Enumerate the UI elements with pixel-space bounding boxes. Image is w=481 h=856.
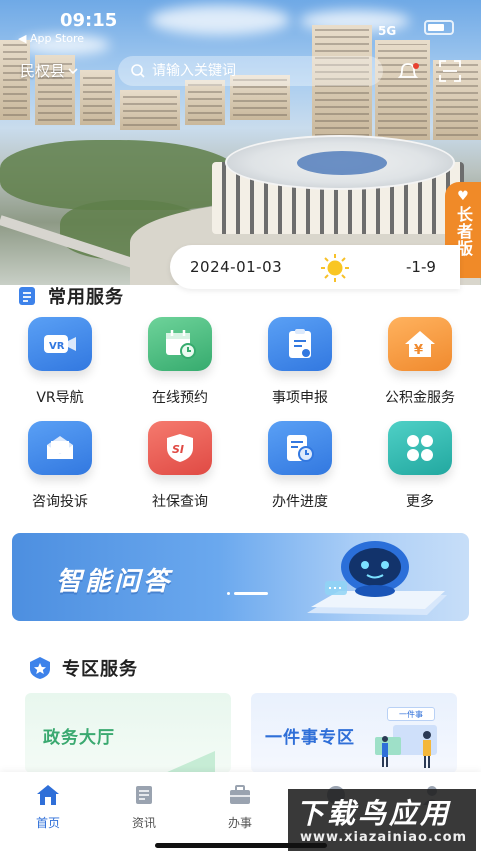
status-time: 09:15 bbox=[60, 10, 118, 31]
one-thing-badge: 一件事 bbox=[387, 707, 435, 721]
tab-label: 首页 bbox=[35, 816, 60, 830]
tab-news[interactable]: 资讯 bbox=[114, 784, 174, 831]
app-store-back-link[interactable]: ◀ App Store bbox=[18, 32, 84, 45]
service-label: 咨询投诉 bbox=[32, 494, 88, 510]
watermark: 下载鸟应用 www.xiazainiao.com bbox=[288, 789, 476, 851]
service-item-declaration[interactable]: 事项申报 bbox=[240, 317, 360, 407]
zone-card-one-thing[interactable]: 一件事专区 一件事 bbox=[251, 693, 457, 773]
tab-home[interactable]: 首页 bbox=[18, 784, 78, 831]
search-input[interactable] bbox=[152, 63, 362, 79]
carousel-indicator bbox=[234, 592, 268, 595]
network-indicator: 5G bbox=[378, 24, 397, 38]
house-yuan-icon: ¥ bbox=[388, 317, 452, 371]
vr-icon: VR bbox=[28, 317, 92, 371]
clipboard-icon bbox=[268, 317, 332, 371]
service-label: 更多 bbox=[406, 494, 434, 510]
service-label: 在线预约 bbox=[152, 390, 208, 406]
carousel-dot bbox=[227, 592, 230, 595]
building bbox=[80, 70, 115, 125]
service-progress[interactable]: 办件进度 bbox=[240, 421, 360, 511]
service-vr-navigation[interactable]: VR VR导航 bbox=[0, 317, 120, 407]
hero-banner: 09:15 ◀ App Store 5G 民权县 bbox=[0, 0, 481, 285]
star-shield-icon bbox=[30, 657, 50, 679]
smart-qa-banner[interactable]: 智能问答 bbox=[12, 533, 469, 621]
battery-icon bbox=[424, 20, 454, 35]
tab-label: 办事 bbox=[227, 816, 252, 830]
svg-text:VR: VR bbox=[49, 341, 65, 352]
service-consult-complaint[interactable]: 咨询投诉 bbox=[0, 421, 120, 511]
news-icon bbox=[136, 786, 152, 804]
briefcase-icon bbox=[230, 785, 250, 804]
service-online-booking[interactable]: 在线预约 bbox=[120, 317, 240, 407]
tab-affairs[interactable]: 办事 bbox=[210, 784, 270, 831]
zone-services-header: 专区服务 bbox=[28, 655, 138, 681]
envelope-icon bbox=[28, 421, 92, 475]
search-icon bbox=[131, 64, 145, 78]
section-title: 专区服务 bbox=[62, 659, 138, 680]
home-icon bbox=[37, 785, 59, 805]
section-title: 常用服务 bbox=[48, 287, 124, 308]
cloud bbox=[150, 5, 290, 35]
sun-icon bbox=[321, 254, 349, 282]
service-label: VR导航 bbox=[36, 390, 84, 406]
weather-date: 2024-01-03 bbox=[190, 258, 283, 276]
weather-widget: 2024-01-03 -1-9 bbox=[170, 245, 460, 289]
service-label: 事项申报 bbox=[272, 390, 328, 406]
zone-card-label: 一件事专区 bbox=[265, 728, 355, 748]
weather-temperature: -1-9 bbox=[406, 258, 436, 276]
service-housing-fund[interactable]: ¥ 公积金服务 bbox=[360, 317, 480, 407]
service-more[interactable]: 更多 bbox=[360, 421, 480, 511]
watermark-title: 下载鸟应用 bbox=[296, 797, 452, 830]
building bbox=[375, 40, 430, 140]
scan-icon[interactable] bbox=[437, 58, 463, 84]
zone-card-government-hall[interactable]: 政务大厅 bbox=[25, 693, 231, 773]
calendar-icon bbox=[148, 317, 212, 371]
people-illustration bbox=[375, 725, 437, 768]
service-label: 公积金服务 bbox=[385, 390, 455, 406]
progress-doc-icon bbox=[268, 421, 332, 475]
social-security-icon: SI bbox=[148, 421, 212, 475]
heart-icon: ♥ bbox=[457, 189, 469, 204]
robot-assistant-icon bbox=[307, 541, 447, 615]
service-label: 办件进度 bbox=[272, 494, 328, 510]
service-social-security[interactable]: SI 社保查询 bbox=[120, 421, 240, 511]
stadium-roof bbox=[225, 135, 455, 190]
home-indicator[interactable] bbox=[155, 843, 327, 848]
service-label: 社保查询 bbox=[152, 494, 208, 510]
common-services-header: 常用服务 bbox=[16, 283, 124, 309]
location-label: 民权县 bbox=[20, 62, 66, 80]
tab-label: 资讯 bbox=[131, 816, 156, 830]
svg-text:¥: ¥ bbox=[414, 343, 423, 358]
qa-banner-title: 智能问答 bbox=[56, 567, 173, 597]
svg-text:SI: SI bbox=[172, 443, 184, 456]
location-selector[interactable]: 民权县 bbox=[20, 60, 78, 81]
clover-icon bbox=[388, 421, 452, 475]
building bbox=[185, 80, 225, 125]
message-bell-icon[interactable] bbox=[395, 58, 421, 84]
hall-illustration bbox=[165, 751, 215, 773]
document-list-icon bbox=[19, 287, 35, 305]
search-bar[interactable] bbox=[118, 56, 383, 86]
building bbox=[120, 90, 180, 130]
chevron-down-icon bbox=[68, 67, 78, 74]
zone-card-label: 政务大厅 bbox=[43, 728, 115, 748]
